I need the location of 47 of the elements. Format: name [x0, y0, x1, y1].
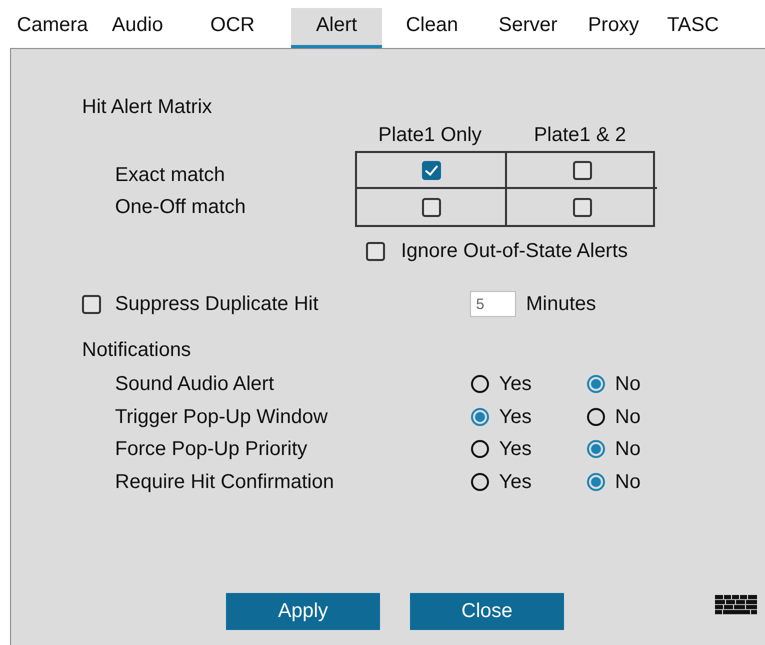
tab[interactable]: Camera — [4, 8, 101, 48]
radio-label: Yes — [499, 372, 532, 396]
radio-button[interactable] — [587, 408, 605, 426]
section-heading: Hit Alert Matrix — [82, 95, 214, 119]
row-label: One-Off match — [115, 195, 246, 219]
unit-label: Minutes — [526, 292, 596, 316]
radio-label: No — [615, 404, 641, 429]
radio-button[interactable] — [471, 375, 489, 394]
column-header: Plate1 Only — [377, 123, 483, 147]
tab[interactable]: Proxy — [574, 8, 653, 48]
checkbox-label: Ignore Out-of-State Alerts — [401, 239, 628, 263]
action-button[interactable]: Close — [410, 593, 564, 630]
tab[interactable]: Audio — [101, 8, 174, 48]
radio-button[interactable] — [587, 440, 605, 458]
radio-button[interactable] — [471, 440, 489, 458]
radio-label: Yes — [499, 404, 532, 429]
radio-button[interactable] — [471, 472, 489, 491]
row-label: Exact match — [115, 163, 226, 187]
option-label: Sound Audio Alert — [115, 372, 276, 396]
section-heading: Notifications — [82, 338, 192, 362]
checkbox[interactable] — [82, 294, 101, 314]
column-header: Plate1 & 2 — [532, 123, 628, 147]
radio-label: No — [615, 437, 641, 462]
checkbox[interactable] — [422, 160, 440, 180]
tab[interactable]: Server — [482, 8, 574, 48]
checkbox-label: Suppress Duplicate Hit — [115, 292, 320, 316]
checkbox[interactable] — [572, 160, 592, 180]
radio-label: No — [615, 470, 641, 494]
checkbox[interactable] — [572, 198, 592, 216]
radio-label: Yes — [499, 470, 532, 494]
keyboard-icon[interactable] — [715, 595, 757, 615]
tab[interactable]: Alert — [291, 8, 382, 48]
option-label: Require Hit Confirmation — [115, 470, 335, 494]
checkbox[interactable] — [422, 198, 440, 216]
option-label: Trigger Pop-Up Window — [115, 404, 329, 429]
option-label: Force Pop-Up Priority — [115, 437, 308, 462]
tab[interactable]: TASC — [653, 8, 733, 48]
radio-button[interactable] — [587, 375, 605, 394]
checkbox[interactable] — [366, 242, 385, 260]
tab[interactable]: OCR — [174, 8, 291, 48]
minutes-field[interactable]: 5 — [470, 291, 516, 317]
radio-button[interactable] — [471, 408, 489, 426]
radio-button[interactable] — [587, 472, 605, 491]
tab[interactable]: Clean — [382, 8, 482, 48]
radio-label: Yes — [499, 437, 532, 462]
action-button[interactable]: Apply — [226, 593, 380, 630]
radio-label: No — [615, 372, 641, 396]
